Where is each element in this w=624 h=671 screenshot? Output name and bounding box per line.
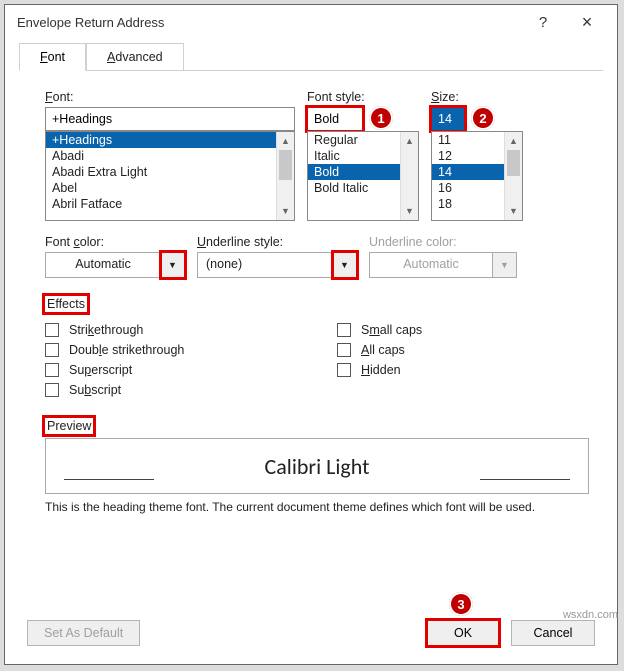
annotation-2: 2 [471,106,495,130]
font-color-label: Font color: [45,235,185,249]
scrollbar[interactable]: ▲ ▼ [400,132,418,220]
envelope-return-address-dialog: Envelope Return Address ? × Font Advance… [4,4,618,665]
list-item[interactable]: +Headings [46,132,294,148]
font-label: Font: [45,90,295,104]
checkbox-icon [45,343,59,357]
effects-heading: Effects [45,296,87,312]
checkbox-icon [45,363,59,377]
size-input[interactable] [431,107,465,131]
help-button[interactable]: ? [521,14,565,31]
underline-style-value: (none) [197,252,333,278]
scroll-up-icon[interactable]: ▲ [277,132,294,150]
scroll-down-icon[interactable]: ▼ [277,202,294,220]
font-input[interactable] [45,107,295,131]
scroll-thumb[interactable] [507,150,520,176]
list-item[interactable]: Abadi [46,148,294,164]
scrollbar[interactable]: ▲ ▼ [504,132,522,220]
preview-hint: This is the heading theme font. The curr… [45,500,589,514]
underline-color-label: Underline color: [369,235,517,249]
scroll-down-icon[interactable]: ▼ [505,202,522,220]
checkbox-icon [45,323,59,337]
tab-advanced[interactable]: Advanced [86,43,184,71]
underline-color-dropdown: Automatic ▼ [369,252,517,278]
close-button[interactable]: × [565,12,609,33]
scroll-thumb[interactable] [279,150,292,180]
dialog-title: Envelope Return Address [17,15,521,30]
small-caps-checkbox[interactable]: Small caps [337,320,589,340]
dialog-footer: Set As Default 3 OK Cancel [5,608,617,664]
annotation-1: 1 [369,106,393,130]
size-label: Size: [431,90,523,104]
tab-font[interactable]: Font [19,43,86,71]
list-item[interactable]: Abril Fatface [46,196,294,212]
underline-style-chevron-icon[interactable]: ▼ [333,252,357,278]
annotation-3: 3 [449,592,473,616]
checkbox-icon [45,383,59,397]
font-color-value: Automatic [45,252,161,278]
underline-color-value: Automatic [369,252,493,278]
font-color-chevron-icon[interactable]: ▼ [161,252,185,278]
scroll-down-icon[interactable]: ▼ [401,202,418,220]
tab-strip: Font Advanced [5,39,617,71]
size-listbox[interactable]: 11 12 14 16 18 ▲ ▼ [431,131,523,221]
checkbox-icon [337,323,351,337]
scroll-up-icon[interactable]: ▲ [401,132,418,150]
list-item[interactable]: Abel [46,180,294,196]
tab-advanced-label: dvanced [115,50,162,64]
checkbox-icon [337,363,351,377]
font-listbox[interactable]: +Headings Abadi Abadi Extra Light Abel A… [45,131,295,221]
ok-button[interactable]: OK [427,620,499,646]
underline-style-label: Underline style: [197,235,357,249]
preview-text: Calibri Light [265,453,370,480]
font-style-listbox[interactable]: Regular Italic Bold Bold Italic ▲ ▼ [307,131,419,221]
tab-font-label: ont [48,50,65,64]
subscript-checkbox[interactable]: Subscript [45,380,297,400]
watermark: wsxdn.com [563,609,618,621]
set-default-button[interactable]: Set As Default [27,620,140,646]
hidden-checkbox[interactable]: Hidden [337,360,589,380]
all-caps-checkbox[interactable]: All caps [337,340,589,360]
scrollbar[interactable]: ▲ ▼ [276,132,294,220]
superscript-checkbox[interactable]: Superscript [45,360,297,380]
list-item[interactable]: Abadi Extra Light [46,164,294,180]
font-style-label: Font style: [307,90,419,104]
font-style-input[interactable] [307,107,363,131]
preview-box: Calibri Light [45,438,589,494]
scroll-up-icon[interactable]: ▲ [505,132,522,150]
titlebar: Envelope Return Address ? × [5,5,617,39]
cancel-button[interactable]: Cancel [511,620,595,646]
strikethrough-checkbox[interactable]: Strikethrough [45,320,297,340]
underline-color-chevron-icon: ▼ [493,252,517,278]
double-strikethrough-checkbox[interactable]: Double strikethrough [45,340,297,360]
preview-heading: Preview [45,418,93,434]
underline-style-dropdown[interactable]: (none) ▼ [197,252,357,278]
checkbox-icon [337,343,351,357]
font-color-dropdown[interactable]: Automatic ▼ [45,252,185,278]
